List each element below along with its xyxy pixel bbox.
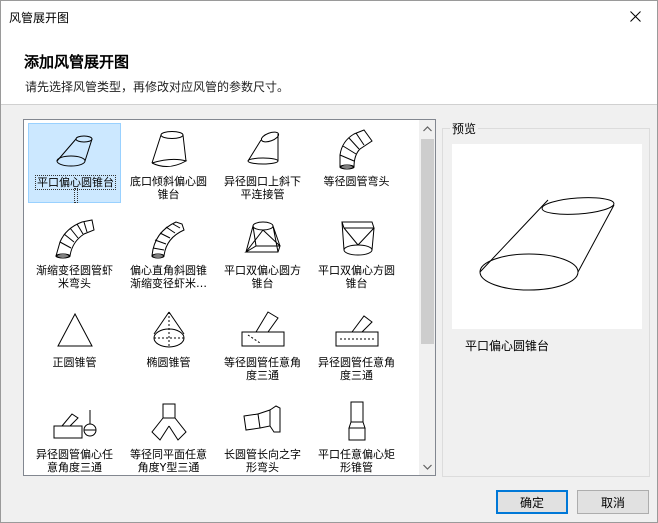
duct-type-tile[interactable]: 椭圆锥管 [122, 304, 215, 384]
segmented-elbow-icon [339, 129, 373, 170]
duct-type-tile[interactable]: 等径同平面任意 角度Y型三通 [122, 396, 215, 475]
tile-label: 平口任意偏心矩 形锥管 [318, 448, 395, 474]
preview-canvas [452, 144, 642, 329]
tile-label: 异径圆管任意角 度三通 [318, 356, 395, 382]
duct-type-tile[interactable]: 平口偏心圆锥台 [28, 123, 121, 203]
chevron-down-icon [423, 464, 432, 470]
title-bar: 风管展开图 [1, 1, 657, 32]
preview-caption: 平口偏心圆锥台 [465, 339, 550, 353]
reducing-tee-angle-icon [335, 315, 379, 347]
tile-label: 等径圆管弯头 [323, 175, 390, 188]
tile-label: 正圆锥管 [52, 356, 97, 369]
duct-type-tile[interactable]: 异径圆管任意角 度三通 [310, 304, 403, 384]
scrollbar-thumb[interactable] [421, 139, 434, 344]
preview-label: 预览 [450, 120, 479, 137]
tile-label: 异径圆口上斜下 平连接管 [224, 175, 301, 201]
elliptic-cone-icon [153, 311, 185, 348]
duct-type-tile[interactable]: 异径圆管偏心任 意角度三通 [28, 396, 121, 475]
duct-type-tile[interactable]: 平口双偏心方圆 锥台 [310, 212, 403, 292]
duct-type-tile[interactable]: 长圆管长向之字 形弯头 [216, 396, 309, 475]
tile-label: 等径圆管任意角 度三通 [224, 356, 301, 382]
scroll-down-button[interactable] [419, 458, 435, 475]
duct-type-tile[interactable]: 偏心直角斜圆锥 渐缩变径虾米… [122, 212, 215, 292]
cancel-button[interactable]: 取消 [577, 490, 649, 514]
tile-label: 平口双偏心圆方 锥台 [224, 264, 301, 290]
dialog-header: 添加风管展开图 请先选择风管类型，再修改对应风管的参数尺寸。 [1, 32, 657, 105]
duct-type-tile[interactable]: 等径圆管任意角 度三通 [216, 304, 309, 384]
tile-label: 底口倾斜偏心圆 锥台 [130, 175, 207, 201]
chevron-up-icon [423, 125, 432, 131]
duct-type-tile[interactable]: 异径圆口上斜下 平连接管 [216, 123, 309, 203]
tile-label: 偏心直角斜圆锥 渐缩变径虾米… [130, 264, 207, 290]
duct-type-tile[interactable]: 渐缩变径圆管虾 米弯头 [28, 212, 121, 292]
offset-oblique-cone-elbow-icon [151, 221, 185, 259]
duct-type-tile[interactable]: 正圆锥管 [28, 304, 121, 384]
page-title: 添加风管展开图 [24, 53, 130, 71]
close-icon [629, 10, 641, 22]
zigzag-elbow-icon [243, 405, 281, 433]
duct-type-list[interactable]: 平口偏心圆锥台 底口倾斜偏心圆 锥台 异径圆口上斜下 平连接管 等径圆管弯头 渐… [23, 119, 436, 476]
y-branch-icon [151, 403, 187, 441]
vertical-scrollbar[interactable] [419, 120, 435, 475]
window-title: 风管展开图 [9, 11, 70, 25]
close-button[interactable] [613, 1, 657, 31]
right-cone-icon [57, 312, 93, 347]
equal-tee-angle-icon [241, 311, 285, 347]
rectangular-offset-taper-icon [348, 401, 366, 441]
eccentric-tee-icon [53, 410, 97, 439]
sloped-offset-frustum-icon [151, 131, 188, 167]
offset-cone-frustum-icon [479, 197, 615, 291]
ok-button[interactable]: 确定 [496, 490, 568, 514]
square-to-round-frustum-icon [341, 221, 375, 256]
tile-label: 等径同平面任意 角度Y型三通 [130, 448, 207, 474]
tile-label: 异径圆管偏心任 意角度三通 [36, 448, 113, 474]
tile-label: 平口偏心圆锥台 [29, 175, 122, 203]
tile-label: 平口双偏心方圆 锥台 [318, 264, 395, 290]
instruction-text: 请先选择风管类型，再修改对应风管的参数尺寸。 [25, 80, 290, 94]
tile-label: 长圆管长向之字 形弯头 [224, 448, 301, 474]
offset-cone-frustum-icon [56, 135, 93, 167]
dialog-window: 风管展开图 添加风管展开图 请先选择风管类型，再修改对应风管的参数尺寸。 平口偏… [0, 0, 658, 523]
duct-type-tile[interactable]: 平口任意偏心矩 形锥管 [310, 396, 403, 475]
tile-label: 渐缩变径圆管虾 米弯头 [36, 264, 113, 290]
scroll-up-button[interactable] [419, 120, 435, 137]
reducer-slant-connector-icon [247, 131, 280, 165]
duct-type-grid: 平口偏心圆锥台 底口倾斜偏心圆 锥台 异径圆口上斜下 平连接管 等径圆管弯头 渐… [24, 120, 419, 475]
tapered-shrimp-elbow-icon [55, 219, 95, 259]
duct-type-tile[interactable]: 底口倾斜偏心圆 锥台 [122, 123, 215, 203]
round-to-square-frustum-icon [244, 221, 281, 253]
duct-type-tile[interactable]: 等径圆管弯头 [310, 123, 403, 203]
duct-type-tile[interactable]: 平口双偏心圆方 锥台 [216, 212, 309, 292]
tile-label: 椭圆锥管 [146, 356, 191, 369]
